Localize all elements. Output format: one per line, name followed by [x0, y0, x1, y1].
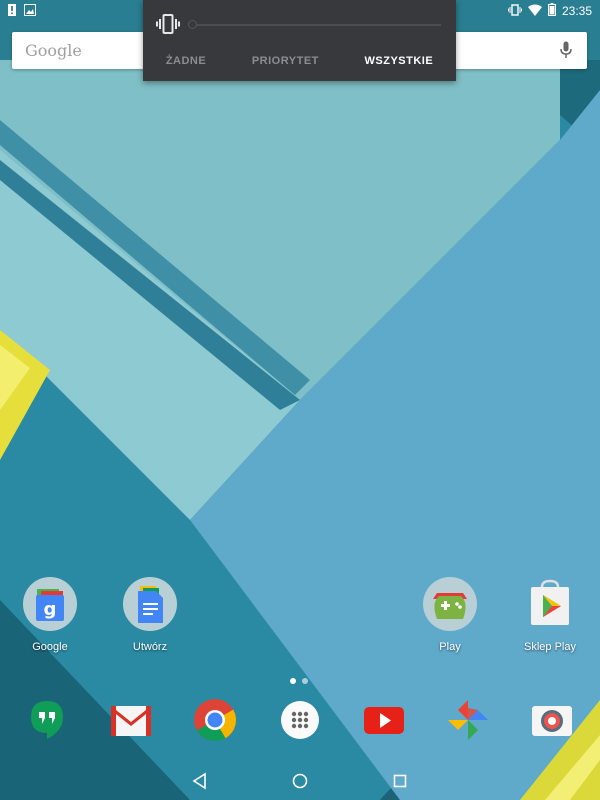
tab-priority[interactable]: PRIORYTET: [252, 55, 319, 67]
volume-panel: ŻADNE PRIORYTET WSZYSTKIE: [143, 0, 456, 81]
app-label: Sklep Play: [524, 641, 576, 653]
recents-icon[interactable]: [391, 772, 409, 790]
google-folder-icon: g: [23, 577, 77, 631]
tab-all[interactable]: WSZYSTKIE: [365, 55, 434, 67]
app-google[interactable]: g Google: [10, 577, 90, 653]
tab-none[interactable]: ŻADNE: [166, 55, 206, 67]
google-logo: Google: [25, 41, 82, 60]
vibrate-icon[interactable]: [156, 13, 180, 40]
back-icon[interactable]: [191, 772, 209, 790]
image-icon: [24, 4, 36, 19]
play-store-icon: [523, 577, 577, 631]
navigation-bar: [0, 760, 600, 800]
chrome-icon[interactable]: [193, 698, 237, 742]
vibrate-icon: [507, 3, 522, 19]
page-dot[interactable]: [290, 678, 296, 684]
gmail-icon[interactable]: [109, 698, 153, 742]
app-drawer-icon[interactable]: [278, 698, 322, 742]
alert-icon: [8, 4, 16, 19]
hangouts-icon[interactable]: [25, 698, 69, 742]
wifi-icon: [527, 4, 542, 19]
play-folder-icon: [423, 577, 477, 631]
battery-icon: [547, 3, 556, 19]
app-label: Utwórz: [132, 641, 168, 653]
app-create[interactable]: Utwórz: [110, 577, 190, 653]
home-icon[interactable]: [291, 772, 309, 790]
camera-icon[interactable]: [530, 698, 574, 742]
create-folder-icon: [123, 577, 177, 631]
volume-slider-thumb[interactable]: [188, 20, 197, 29]
youtube-icon[interactable]: [362, 698, 406, 742]
mic-icon[interactable]: [559, 41, 573, 64]
volume-slider-track[interactable]: [191, 24, 441, 26]
page-indicator: [290, 678, 308, 684]
app-play[interactable]: Play: [410, 577, 490, 653]
interruption-tabs: ŻADNE PRIORYTET WSZYSTKIE: [143, 55, 456, 67]
app-play-store[interactable]: Sklep Play: [510, 577, 590, 653]
app-label: Google: [32, 641, 68, 653]
page-dot[interactable]: [302, 678, 308, 684]
clock: 23:35: [561, 4, 592, 18]
app-label: Play: [439, 641, 461, 653]
svg-text:g: g: [44, 599, 57, 620]
photos-icon[interactable]: [446, 698, 490, 742]
